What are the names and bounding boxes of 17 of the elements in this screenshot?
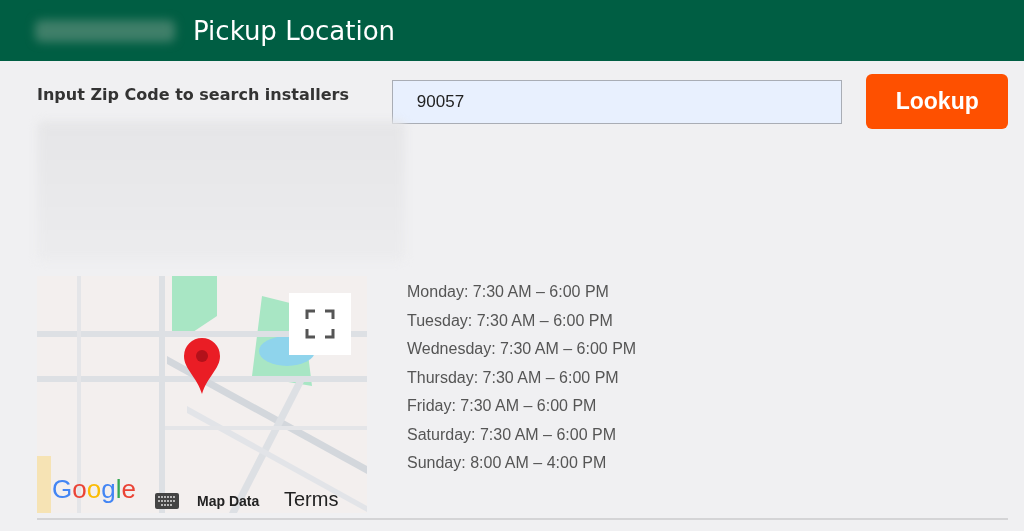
map-logo: Google	[52, 474, 136, 505]
terms-link[interactable]: Terms	[284, 488, 339, 511]
opening-hours: Friday: 7:30 AM – 6:00 PM	[407, 396, 598, 416]
keyboard-icon[interactable]	[155, 493, 179, 509]
page-title: Pickup Location	[193, 15, 396, 46]
opening-hours: Wednesday: 7:30 AM – 6:00 PM	[407, 339, 637, 359]
zip-label: Input Zip Code to search installers	[37, 85, 350, 104]
opening-hours: Tuesday: 7:30 AM – 6:00 PM	[407, 310, 614, 331]
opening-hours: Sunday: 8:00 AM – 4:00 PM	[407, 453, 608, 473]
zip-input-field[interactable]: 90057	[391, 79, 843, 124]
map-data-link[interactable]: Map Data	[197, 493, 260, 509]
opening-hours: Saturday: 7:30 AM – 6:00 PM	[407, 424, 617, 445]
opening-hours: Monday: 7:30 AM – 6:00 PM	[407, 282, 610, 302]
opening-hours: Thursday: 7:30 AM – 6:00 PM	[407, 367, 620, 388]
fullscreen-button[interactable]	[289, 293, 351, 355]
fullscreen-icon	[305, 309, 335, 339]
map-pin-icon	[183, 337, 221, 395]
